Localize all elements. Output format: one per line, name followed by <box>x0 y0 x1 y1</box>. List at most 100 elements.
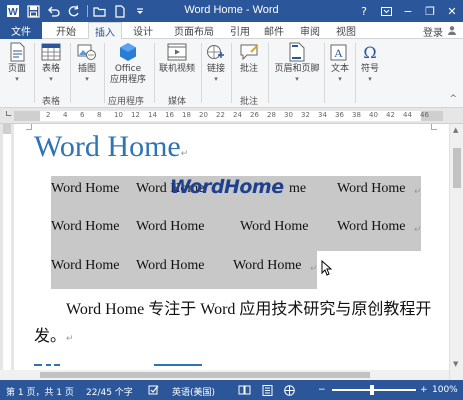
group-label-apps: 应用程序 <box>108 97 145 107</box>
paragraph-mark: ↵ <box>66 333 74 343</box>
office-apps-button[interactable]: Office 应用程序 <box>106 41 150 86</box>
horizontal-ruler[interactable]: ∟ 2 4 6 8 10 12 14 16 18 20 22 24 26 28 30 32 34 36 38 40 42… <box>0 108 463 124</box>
paragraph-mark: ↵ <box>310 263 318 273</box>
wordart-text[interactable]: WordHome <box>170 176 284 198</box>
collapse-ribbon-button[interactable]: ^ <box>449 94 457 104</box>
page-count[interactable]: 第 1 页，共 1 页 <box>6 385 74 398</box>
document-area[interactable]: Word Home↵ Word Home Word Home me Word H… <box>0 124 449 380</box>
text-label: 文本 <box>330 64 349 74</box>
text-button[interactable]: A 文本 ▾ <box>328 41 352 83</box>
document-page[interactable]: Word Home↵ Word Home Word Home me Word H… <box>14 124 449 380</box>
web-layout-icon[interactable] <box>284 385 295 399</box>
horizontal-scroll-thumb[interactable] <box>40 372 370 378</box>
zoom-out-button[interactable]: − <box>318 385 326 395</box>
ruler-number: 42 <box>386 111 395 119</box>
signin-link[interactable]: 登录 <box>423 24 443 39</box>
ruler-number: 38 <box>352 111 361 119</box>
table-label: 表格 <box>41 64 60 74</box>
tab-page-layout[interactable]: 页面布局 <box>166 22 222 39</box>
vertical-ruler-margin <box>3 124 11 134</box>
word-count[interactable]: 22/45 个字 <box>86 385 133 398</box>
grid-cell: Word Home <box>233 258 302 273</box>
tab-mailings[interactable]: 邮件 <box>260 22 288 39</box>
body-paragraph[interactable]: Word Home 专注于 Word 应用技术研究与原创教程开发。↵ <box>34 296 439 352</box>
ruler-number: 30 <box>284 111 293 119</box>
pages-button[interactable]: 页面 ▾ <box>4 41 30 83</box>
zoom-slider[interactable] <box>332 389 416 391</box>
help-button[interactable]: ? <box>353 0 375 22</box>
ruler-number: 6 <box>80 111 85 119</box>
ruler-number: 24 <box>233 111 242 119</box>
grid-cell: Word Home <box>337 219 406 234</box>
tab-file[interactable]: 文件 <box>0 22 42 39</box>
link-icon <box>205 41 227 63</box>
group-separator <box>201 43 202 103</box>
table-button[interactable]: 表格 ▾ <box>38 41 64 83</box>
header-footer-button[interactable]: 页眉和页脚 ▾ <box>272 41 322 83</box>
tab-home[interactable]: 开始 <box>48 22 84 39</box>
document-heading[interactable]: Word Home↵ <box>34 130 188 164</box>
group-separator <box>355 43 356 103</box>
user-icon[interactable] <box>447 25 457 38</box>
text-caret-icon: ▾ <box>338 75 342 83</box>
paragraph-mark: ↵ <box>180 148 189 158</box>
vertical-scroll-thumb[interactable] <box>453 148 461 188</box>
zoom-slider-knob[interactable] <box>370 385 374 395</box>
ruler-number: 40 <box>369 111 378 119</box>
zoom-in-button[interactable]: + <box>420 385 428 395</box>
restore-button[interactable]: ❐ <box>419 0 441 22</box>
ruler-number: 8 <box>97 111 102 119</box>
ruler-number: 16 <box>165 111 174 119</box>
close-button[interactable]: ✕ <box>441 0 463 22</box>
link-fragment <box>34 364 42 366</box>
illustrations-button[interactable]: 插图 ▾ <box>74 41 100 83</box>
ruler-number: 2 <box>46 111 51 119</box>
comment-button[interactable]: 批注 <box>236 41 262 75</box>
title-bar: W Word Home - Word ? − ❐ ✕ <box>0 0 463 22</box>
proofing-icon[interactable] <box>148 385 160 399</box>
grid-cell: Word Home <box>51 219 120 234</box>
ruler-number: 26 <box>250 111 259 119</box>
tab-design[interactable]: 设计 <box>126 22 160 39</box>
scroll-up-icon[interactable]: ▲ <box>453 126 458 134</box>
comment-label: 批注 <box>239 64 258 74</box>
ribbon-display-options-icon[interactable] <box>375 0 397 22</box>
table-icon <box>40 41 62 63</box>
horizontal-scrollbar[interactable] <box>0 370 449 380</box>
header-footer-label: 页眉和页脚 <box>274 64 320 74</box>
tab-stop-selector-icon[interactable]: ∟ <box>5 110 13 120</box>
zoom-level[interactable]: 100% <box>432 385 458 395</box>
vertical-scrollbar[interactable]: ▲ ▼ <box>449 124 463 380</box>
online-video-button[interactable]: 联机视频 <box>156 41 198 75</box>
office-apps-label: Office 应用程序 <box>109 64 146 85</box>
symbols-button[interactable]: Ω 符号 ▾ <box>358 41 382 83</box>
grid-cell: Word Home <box>240 219 309 234</box>
language-indicator[interactable]: 英语(美国) <box>172 385 215 398</box>
text-icon: A <box>329 41 351 63</box>
pages-caret-icon: ▾ <box>15 75 19 83</box>
comment-icon <box>238 41 260 63</box>
paragraph-mark: ↵ <box>414 186 422 196</box>
ruler-left-margin <box>14 111 40 121</box>
group-separator <box>104 43 105 103</box>
tab-insert[interactable]: 插入 <box>88 22 122 40</box>
tab-review[interactable]: 审阅 <box>296 22 324 39</box>
print-layout-icon[interactable] <box>262 385 273 399</box>
ruler-number: 14 <box>148 111 157 119</box>
tab-references[interactable]: 引用 <box>226 22 254 39</box>
group-separator <box>154 43 155 103</box>
tab-view[interactable]: 视图 <box>332 22 360 39</box>
mouse-pointer-icon <box>321 259 333 279</box>
grid-cell: Word Home <box>51 181 120 196</box>
minimize-button[interactable]: − <box>397 0 419 22</box>
scroll-down-icon[interactable]: ▼ <box>453 360 458 368</box>
header-footer-icon <box>286 41 308 63</box>
illustrations-icon <box>76 41 98 63</box>
grid-cell-partial: me <box>289 181 307 196</box>
links-button[interactable]: 链接 ▾ <box>204 41 228 83</box>
read-mode-icon[interactable] <box>238 385 251 398</box>
ruler-number: 44 <box>403 111 412 119</box>
table-caret-icon: ▾ <box>49 75 53 83</box>
window-controls: ? − ❐ ✕ <box>353 0 463 22</box>
group-separator <box>268 43 269 103</box>
